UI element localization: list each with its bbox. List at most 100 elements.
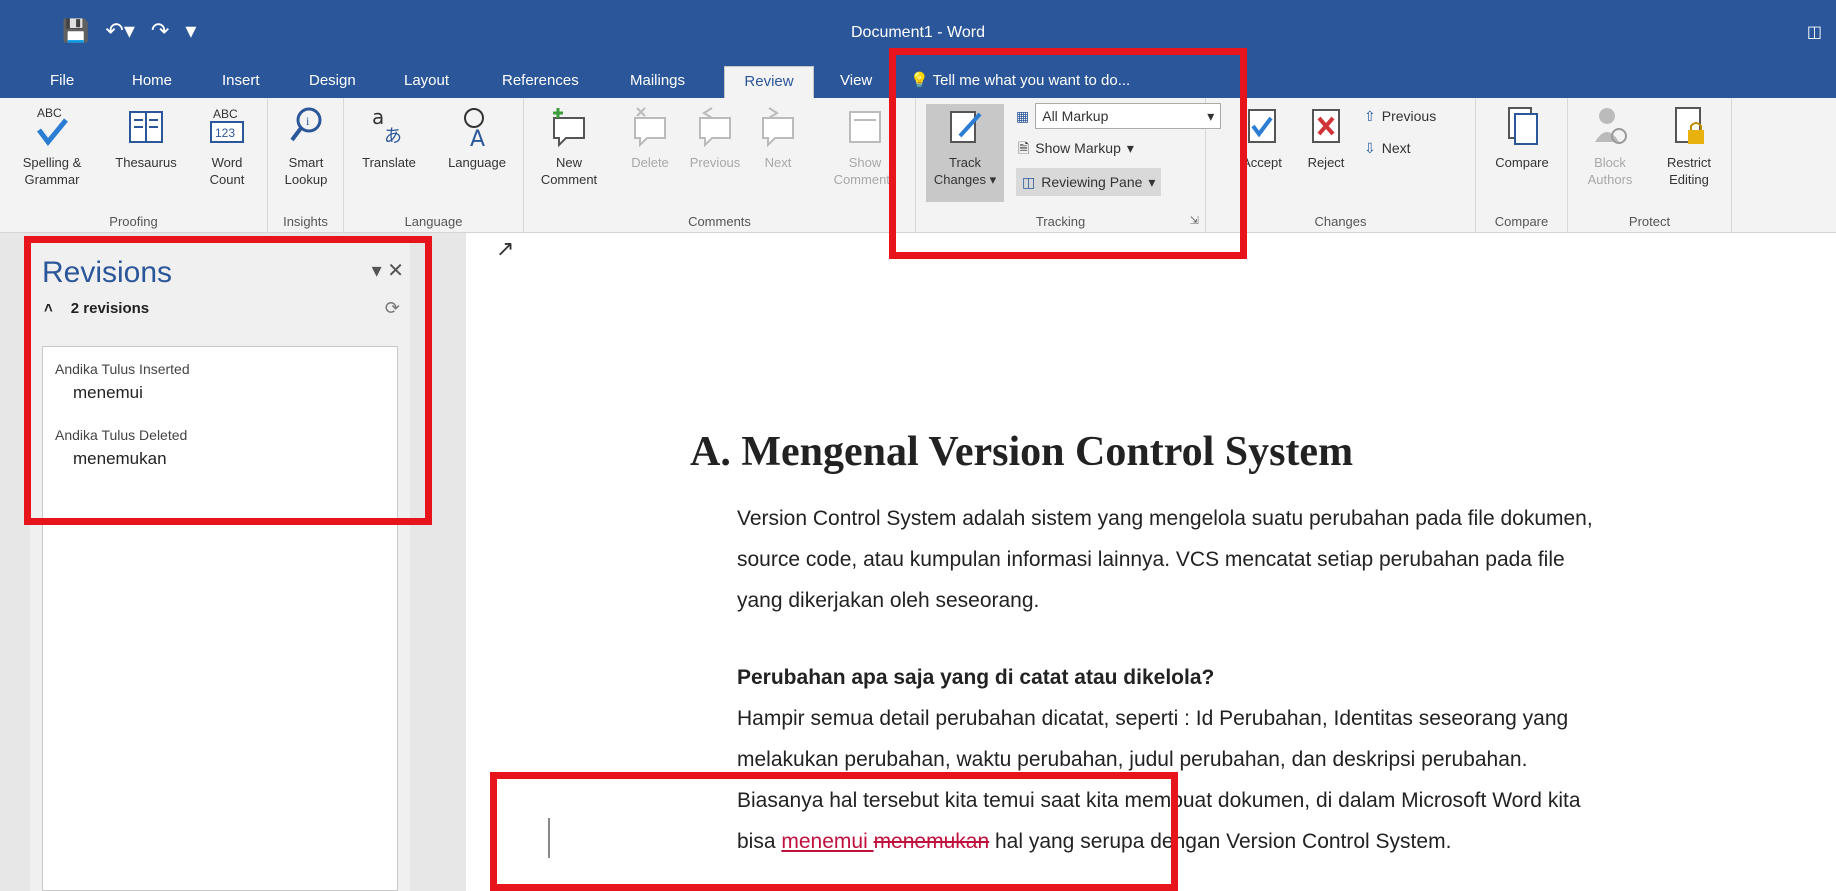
thesaurus-icon: [129, 111, 163, 143]
next-comment-icon: [762, 107, 794, 148]
svg-text:あ: あ: [384, 126, 402, 147]
language-button[interactable]: A Language: [436, 104, 518, 171]
svg-text:i: i: [306, 114, 310, 128]
accept-label: Accept: [1242, 155, 1282, 170]
delete-comment-label: Delete: [631, 155, 669, 170]
compare-group-label: Compare: [1494, 214, 1549, 229]
insights-group-label: Insights: [283, 214, 328, 229]
svg-text:a: a: [372, 105, 384, 129]
show-comments-icon: [849, 111, 881, 143]
translate-label: Translate: [362, 155, 416, 170]
reject-icon: [1312, 109, 1340, 143]
spelling-check-icon: ABC: [37, 106, 68, 147]
spelling-label-1: Spelling &: [22, 155, 82, 170]
word-count-icon: ABC 123: [210, 107, 244, 143]
translate-icon: a あ: [372, 105, 402, 147]
compare-icon: [1508, 107, 1538, 145]
group-compare: Compare Compare: [1476, 98, 1568, 233]
smart-lookup-label-1: Smart: [288, 155, 324, 170]
mouse-pointer-icon: ↗: [496, 236, 515, 261]
word-count-label-1: Word: [211, 155, 243, 170]
tab-home[interactable]: Home: [120, 66, 184, 98]
reject-button[interactable]: Reject: [1296, 104, 1356, 171]
text-line: yang dikerjakan oleh seseorang.: [737, 589, 1040, 612]
new-comment-button[interactable]: New Comment: [530, 104, 608, 188]
word-count-label-2: Count: [209, 172, 245, 187]
smart-lookup-label-2: Lookup: [284, 172, 328, 187]
compare-label: Compare: [1495, 155, 1549, 170]
word-count-button[interactable]: ABC 123 Word Count: [192, 104, 262, 188]
previous-change-icon: ⇧: [1364, 108, 1376, 124]
language-label: Language: [448, 155, 506, 170]
show-comments-label-2: Comments: [833, 172, 897, 187]
restrict-editing-button[interactable]: Restrict Editing: [1650, 104, 1728, 188]
next-change-icon: ⇩: [1364, 140, 1376, 156]
highlight-tracking-box: [889, 48, 1247, 259]
previous-comment-icon: [699, 107, 731, 148]
svg-text:ABC: ABC: [37, 106, 62, 120]
previous-comment-label: Previous: [689, 155, 741, 170]
previous-change-label: Previous: [1381, 108, 1437, 124]
next-comment-button[interactable]: Next: [750, 104, 806, 171]
new-comment-label-1: New: [555, 155, 582, 170]
group-proofing: ABC Spelling & Grammar Thesaurus ABC 123: [0, 98, 268, 233]
svg-text:A: A: [470, 127, 485, 150]
next-change-button[interactable]: ⇩ Next: [1364, 134, 1411, 162]
show-comments-label-1: Show: [848, 155, 882, 170]
restrict-editing-label-1: Restrict: [1666, 155, 1712, 170]
thesaurus-button[interactable]: Thesaurus: [106, 104, 186, 171]
protect-group-label: Protect: [1628, 214, 1671, 229]
new-comment-label-2: Comment: [540, 172, 598, 187]
reject-label: Reject: [1307, 155, 1345, 170]
text-line: Version Control System adalah sistem yan…: [737, 507, 1593, 530]
window-title: Document1 - Word: [851, 24, 985, 41]
language-icon: A: [464, 108, 485, 150]
highlight-revisions-box: [24, 236, 432, 525]
previous-change-button[interactable]: ⇧ Previous: [1364, 102, 1436, 130]
next-change-label: Next: [1381, 140, 1411, 156]
group-insights: i Smart Lookup Insights: [268, 98, 344, 233]
delete-comment-icon: [634, 107, 666, 148]
question-heading: Perubahan apa saja yang di catat atau di…: [737, 666, 1215, 689]
svg-text:123: 123: [215, 126, 235, 140]
comments-group-label: Comments: [688, 214, 751, 229]
group-language: a あ Translate A Language Language: [344, 98, 524, 233]
tab-references[interactable]: References: [490, 66, 591, 98]
block-authors-label-2: Authors: [1587, 172, 1633, 187]
tab-view[interactable]: View: [828, 66, 884, 98]
proofing-group-label: Proofing: [109, 214, 158, 229]
delete-comment-button[interactable]: Delete: [620, 104, 680, 171]
block-authors-icon: [1595, 108, 1627, 144]
tab-design[interactable]: Design: [297, 66, 368, 98]
tab-file[interactable]: File: [38, 66, 86, 98]
spelling-grammar-button[interactable]: ABC Spelling & Grammar: [4, 104, 100, 188]
language-group-label: Language: [404, 214, 463, 229]
text-line: Hampir semua detail perubahan dicatat, s…: [737, 707, 1569, 730]
highlight-document-box: [490, 772, 1178, 891]
tab-insert[interactable]: Insert: [210, 66, 272, 98]
text-line: source code, atau kumpulan informasi lai…: [737, 548, 1565, 571]
restrict-editing-label-2: Editing: [1669, 172, 1709, 187]
paragraph-1: Version Control System adalah sistem yan…: [737, 498, 1807, 621]
next-comment-label: Next: [764, 155, 792, 170]
spelling-label-2: Grammar: [24, 172, 80, 187]
group-protect: Block Authors Restrict Editing Protect: [1568, 98, 1732, 233]
group-comments: New Comment Delete Previous Next Show Co…: [524, 98, 916, 233]
lock-icon: [1675, 107, 1704, 144]
ribbon-display-options-icon[interactable]: ◫: [1807, 22, 1822, 42]
previous-comment-button[interactable]: Previous: [680, 104, 750, 171]
tab-review[interactable]: Review: [724, 66, 814, 98]
document-heading: A. Mengenal Version Control System: [690, 429, 1354, 475]
accept-icon: [1248, 109, 1276, 143]
svg-text:ABC: ABC: [213, 107, 238, 121]
compare-button[interactable]: Compare: [1480, 104, 1564, 171]
block-authors-button[interactable]: Block Authors: [1574, 104, 1646, 188]
new-comment-icon: [553, 108, 585, 148]
block-authors-label-1: Block: [1594, 155, 1626, 170]
translate-button[interactable]: a あ Translate: [348, 104, 430, 171]
tab-mailings[interactable]: Mailings: [618, 66, 697, 98]
tab-layout[interactable]: Layout: [392, 66, 461, 98]
thesaurus-label: Thesaurus: [115, 155, 177, 170]
smart-lookup-button[interactable]: i Smart Lookup: [272, 104, 340, 188]
smart-lookup-icon: i: [290, 107, 322, 142]
